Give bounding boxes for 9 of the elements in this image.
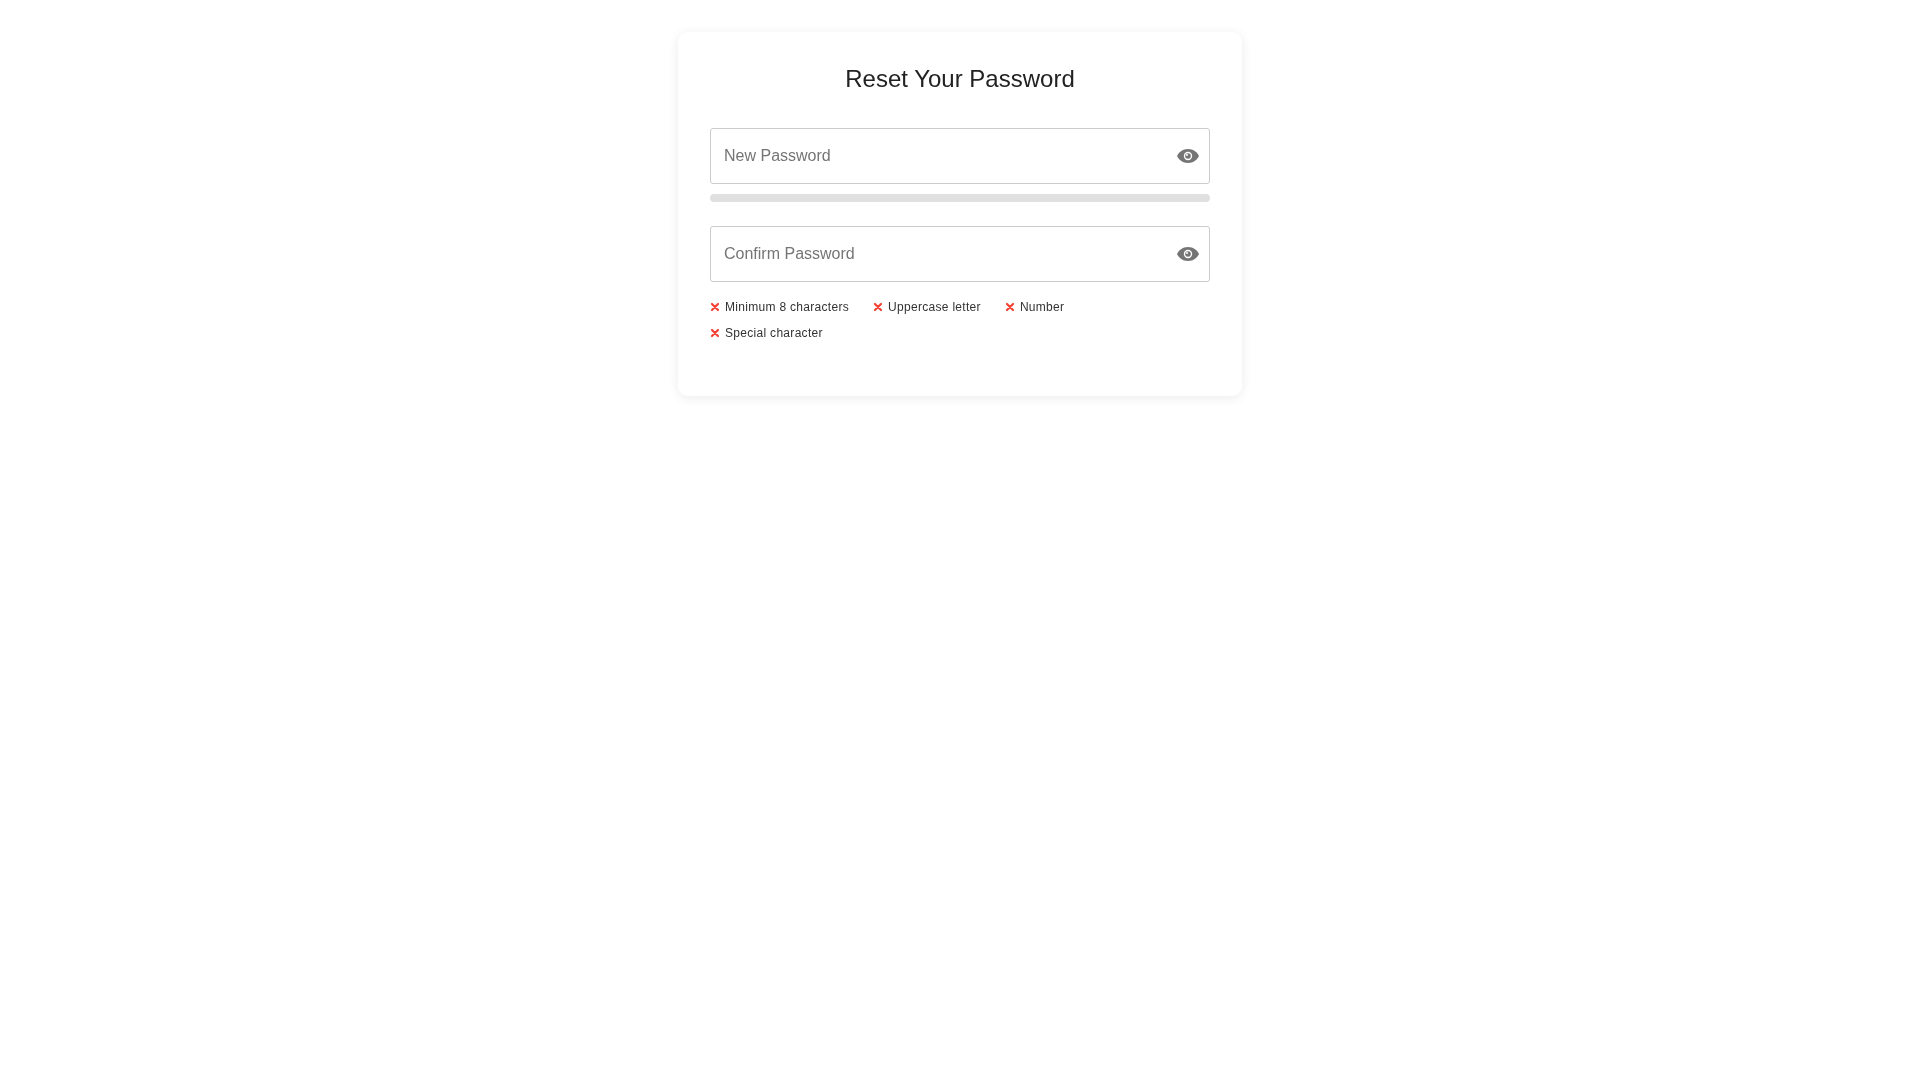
eye-icon[interactable] — [1176, 246, 1200, 262]
password-field[interactable]: New Password — [710, 128, 1210, 184]
requirement-label: Special character — [725, 326, 823, 340]
eye-icon[interactable] — [1176, 148, 1200, 164]
form-title: Reset Your Password — [844, 64, 1076, 94]
requirement-label: Number — [1019, 300, 1065, 314]
requirement-label: Uppercase letter — [888, 300, 981, 314]
requirement-label: Minimum 8 characters — [725, 300, 850, 314]
password-field[interactable]: Confirm Password — [710, 226, 1210, 282]
